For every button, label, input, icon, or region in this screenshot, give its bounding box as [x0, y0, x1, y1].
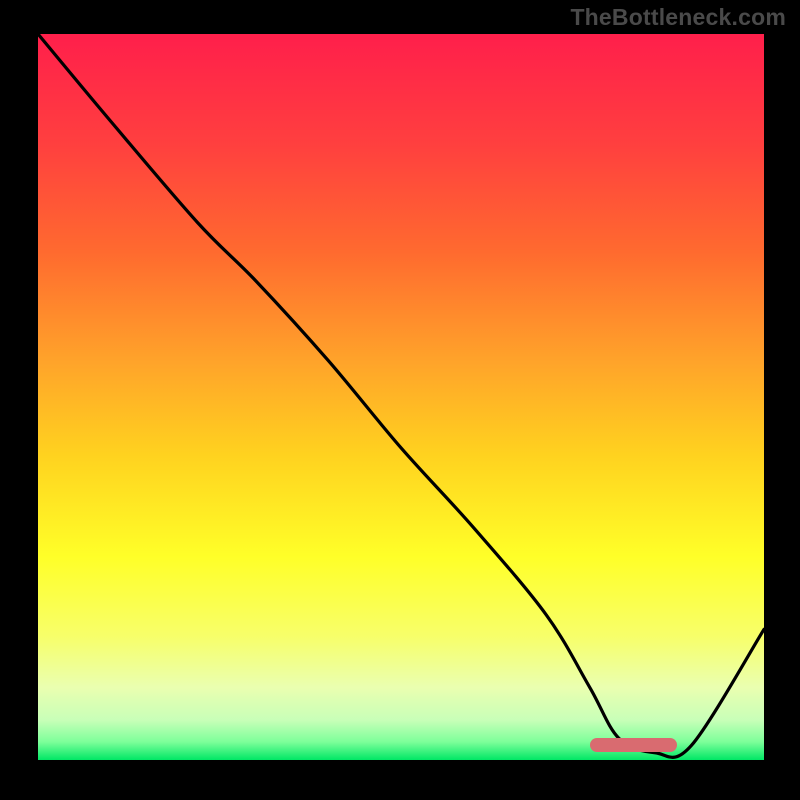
- background-heat-gradient: [38, 34, 764, 760]
- watermark-text: TheBottleneck.com: [570, 4, 786, 31]
- optimal-range-marker: [590, 738, 677, 752]
- plot-area: [38, 34, 764, 760]
- chart-frame: TheBottleneck.com: [0, 0, 800, 800]
